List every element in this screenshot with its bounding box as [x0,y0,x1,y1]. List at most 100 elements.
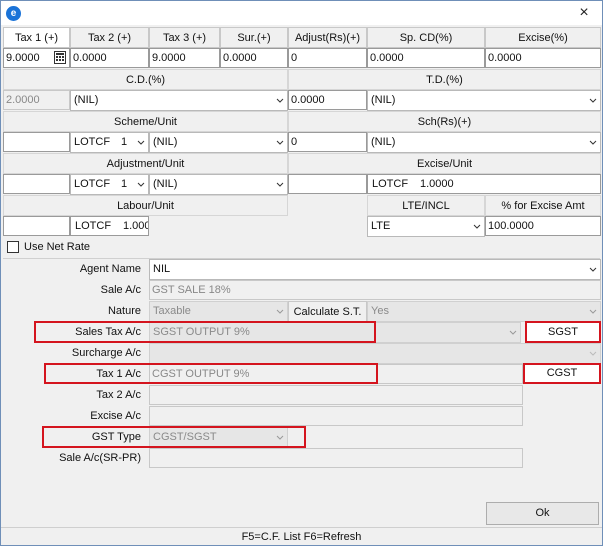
scheme-qty-value: 1 [121,136,128,148]
adjustment-input[interactable] [3,174,70,194]
tax2-input[interactable]: 0.0000 [70,48,149,68]
highlight-sales-tax-ac [34,321,376,343]
lte-select-value: LTE [371,220,391,232]
agent-name-select[interactable]: NIL [149,259,601,280]
highlight-tax1-ac [44,363,378,384]
cd-select[interactable]: (NIL) [70,90,288,111]
td-label: T.D.(%) [288,69,601,90]
excise-unit-input[interactable] [288,174,367,194]
calc-st-label: Calculate S.T. [288,301,367,322]
nature-select: Taxable [149,301,288,322]
cd-input: 2.0000 [3,90,70,110]
td-input[interactable]: 0.0000 [288,90,367,110]
excise-unit-label: Excise/Unit [288,153,601,174]
sale-ac-field: GST SALE 18% [149,280,601,300]
sale-ac-srpr-field [149,448,523,468]
adjustment-select[interactable]: (NIL) [149,174,288,195]
adjustment-unit-select[interactable]: LOTCF 1 [70,174,149,195]
app-icon: e [6,6,21,21]
td-select-value: (NIL) [371,94,396,106]
calc-st-select: Yes [367,301,601,322]
highlight-gst-type [42,426,306,448]
header-tax2: Tax 2 (+) [70,27,149,48]
labour-unit-field[interactable]: LOTCF 1.0000 [70,216,149,236]
header-tax3: Tax 3 (+) [149,27,220,48]
scheme-input[interactable] [3,132,70,152]
excise-unit-field[interactable]: LOTCF 1.0000 [367,174,601,194]
sgst-annotation: SGST [525,321,601,343]
nature-value: Taxable [153,305,191,317]
ok-button[interactable]: Ok [486,502,599,525]
adjustment-label: Adjustment/Unit [3,153,288,174]
chevron-down-icon [137,182,145,187]
td-select[interactable]: (NIL) [367,90,601,111]
sch-select[interactable]: (NIL) [367,132,601,153]
chevron-down-icon [276,182,284,187]
tab-tax1[interactable]: Tax 1 (+) [3,27,70,48]
adjustment-qty-value: 1 [121,178,128,190]
labour-input[interactable] [3,216,70,236]
adjust-input[interactable]: 0 [288,48,367,68]
chevron-down-icon [509,330,517,335]
lte-label: LTE/INCL [367,195,485,216]
adjustment-select-value: (NIL) [153,178,178,190]
header-spcd: Sp. CD(%) [367,27,485,48]
agent-name-label: Agent Name [3,259,149,280]
use-net-rate-label: Use Net Rate [24,241,91,253]
chevron-down-icon [473,224,481,229]
spcd-input[interactable]: 0.0000 [367,48,485,68]
surcharge-ac-label: Surcharge A/c [3,343,149,364]
nature-label: Nature [3,301,149,322]
title-bar: e × [1,1,602,25]
labour-unit: LOTCF [75,220,112,232]
cd-label: C.D.(%) [3,69,288,90]
excise-ac-field [149,406,523,426]
tax2-ac-label: Tax 2 A/c [3,385,149,406]
calculator-glyph [56,53,64,61]
chevron-down-icon [589,309,597,314]
excise-unit-value: 1.0000 [420,178,454,190]
lte-select[interactable]: LTE [367,216,485,237]
sur-input[interactable]: 0.0000 [220,48,288,68]
use-net-rate-checkbox[interactable] [7,241,19,253]
dialog-window: e × Tax 1 (+) Tax 2 (+) Tax 3 (+) Sur.(+… [0,0,603,546]
pct-excise-input[interactable]: 100.0000 [485,216,601,236]
sale-ac-label: Sale A/c [3,280,149,301]
tax1-value: 9.0000 [6,52,40,64]
calc-st-value: Yes [371,305,389,317]
calculator-icon[interactable] [54,51,66,64]
scheme-unit-select[interactable]: LOTCF 1 [70,132,149,153]
chevron-down-icon [589,140,597,145]
cgst-annotation: CGST [523,363,601,384]
excise-ac-label: Excise A/c [3,406,149,427]
labour-label: Labour/Unit [3,195,288,216]
excise-input[interactable]: 0.0000 [485,48,601,68]
chevron-down-icon [276,98,284,103]
tax2-ac-field [149,385,523,405]
scheme-select-value: (NIL) [153,136,178,148]
header-adjust: Adjust(Rs)(+) [288,27,367,48]
sch-select-value: (NIL) [371,136,396,148]
chevron-down-icon [589,351,597,356]
labour-value: 1.0000 [123,220,148,232]
header-excise: Excise(%) [485,27,601,48]
excise-unit-unit: LOTCF [372,178,409,190]
tax1-input[interactable]: 9.0000 [3,48,70,68]
surcharge-ac-select [149,343,601,364]
sale-ac-srpr-label: Sale A/c(SR-PR) [3,448,149,469]
tax3-input[interactable]: 9.0000 [149,48,220,68]
chevron-down-icon [276,309,284,314]
header-sur: Sur.(+) [220,27,288,48]
chevron-down-icon [589,98,597,103]
chevron-down-icon [276,140,284,145]
cd-select-value: (NIL) [74,94,99,106]
sch-label: Sch(Rs)(+) [288,111,601,132]
adjustment-unit-value: LOTCF [74,178,111,190]
chevron-down-icon [589,267,597,272]
scheme-unit-value: LOTCF [74,136,111,148]
agent-name-value: NIL [153,263,171,275]
close-button[interactable]: × [574,3,594,23]
scheme-select[interactable]: (NIL) [149,132,288,153]
status-bar: F5=C.F. List F6=Refresh [1,527,602,545]
sch-input[interactable]: 0 [288,132,367,152]
